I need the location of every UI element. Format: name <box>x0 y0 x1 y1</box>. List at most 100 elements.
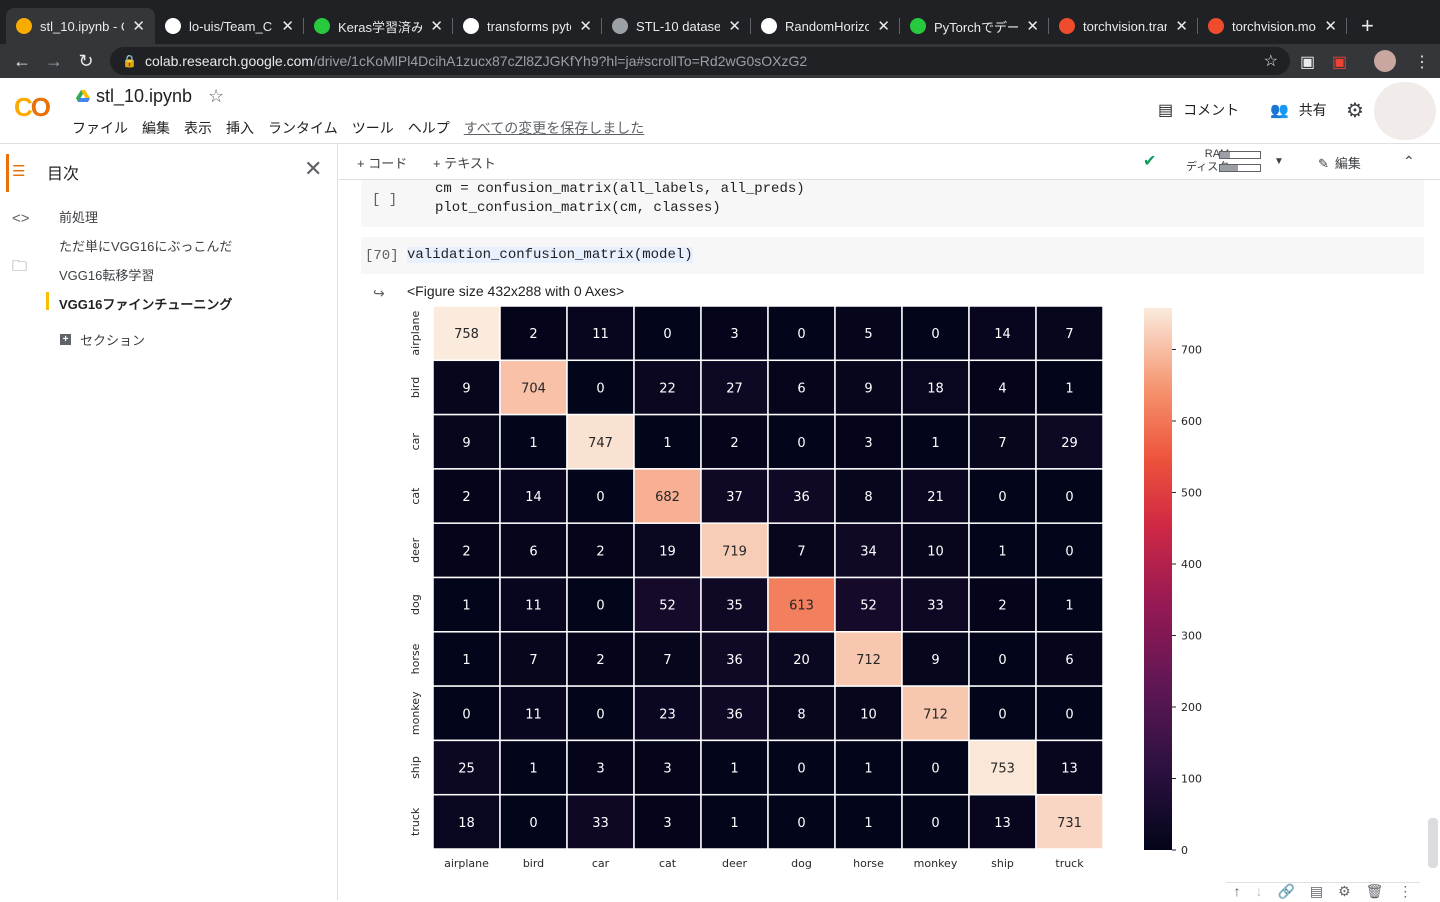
y-tick-label: dog <box>409 594 422 615</box>
toc-item[interactable]: VGG16転移学習 <box>59 265 154 284</box>
menu-item[interactable]: 編集 <box>142 118 170 138</box>
y-tick-label: airplane <box>409 311 422 356</box>
output-redirect-icon[interactable]: ↪ <box>373 285 385 302</box>
cell-value-label: 0 <box>529 816 537 831</box>
edit-mode-button[interactable]: ✎ 編集 <box>1318 153 1361 172</box>
link-icon[interactable]: 🔗 <box>1277 883 1294 902</box>
connected-check-icon: ✔ <box>1143 153 1157 170</box>
settings-gear-icon[interactable]: ⚙ <box>1346 98 1364 123</box>
bookmark-star-icon[interactable]: ☆ <box>1264 51 1278 71</box>
google-drive-icon[interactable] <box>76 90 90 102</box>
close-tab-icon[interactable]: ✕ <box>1175 17 1188 35</box>
cell-value-label: 0 <box>462 707 470 722</box>
move-up-icon[interactable]: ↑ <box>1233 883 1240 902</box>
pytorch-icon <box>1208 18 1224 34</box>
add-code-button[interactable]: + コード <box>357 153 407 172</box>
browser-tab[interactable]: lo-uis/Team_Ch ✕ <box>155 8 304 44</box>
comment-label: コメント <box>1183 102 1240 118</box>
profile-avatar[interactable] <box>1374 50 1396 72</box>
y-tick-label: horse <box>409 643 422 674</box>
x-tick-label: airplane <box>444 857 489 870</box>
close-tab-icon[interactable]: ✕ <box>1324 17 1337 35</box>
menu-item[interactable]: 表示 <box>184 118 212 138</box>
menu-item[interactable]: ヘルプ <box>408 118 450 138</box>
close-tab-icon[interactable]: ✕ <box>728 17 741 35</box>
cell-value-label: 0 <box>596 707 604 722</box>
address-bar[interactable]: 🔒 colab.research.google.com/drive/1cKoMl… <box>110 47 1290 75</box>
x-tick-label: ship <box>991 857 1014 870</box>
colorbar-tick-label: 0 <box>1181 844 1188 857</box>
toc-item[interactable]: 前処理 <box>59 207 98 226</box>
toc-list-icon[interactable]: ☰ <box>12 162 25 180</box>
back-arrow-icon[interactable]: ← <box>6 51 38 72</box>
forward-arrow-icon[interactable]: → <box>38 51 70 72</box>
cell-value-label: 33 <box>927 599 944 614</box>
comment-button[interactable]: ▤ コメント <box>1158 100 1239 120</box>
share-button[interactable]: 👥 共有 <box>1270 100 1327 120</box>
extension-icon[interactable]: ▣ <box>1300 52 1315 72</box>
new-tab-icon[interactable]: + <box>1361 8 1374 44</box>
reload-icon[interactable]: ↻ <box>70 51 102 72</box>
cell-value-label: 7 <box>998 436 1006 451</box>
edit-label: 編集 <box>1334 156 1361 171</box>
cat-avatar[interactable] <box>1374 82 1436 140</box>
close-tab-icon[interactable]: ✕ <box>281 17 294 35</box>
browser-tab[interactable]: PyTorchでデータ ✕ <box>900 8 1049 44</box>
cell-value-label: 11 <box>592 327 609 342</box>
more-icon[interactable]: ⋮ <box>1398 883 1412 902</box>
browser-tab[interactable]: transforms pyto ✕ <box>453 8 602 44</box>
code-cell-previous[interactable]: [ ] cm = confusion_matrix(all_labels, al… <box>361 180 1424 227</box>
cell-value-label: 29 <box>1061 436 1078 451</box>
cell-value-label: 7 <box>797 544 805 559</box>
cell-value-label: 2 <box>462 544 470 559</box>
close-tab-icon[interactable]: ✕ <box>132 17 145 35</box>
browser-tab[interactable]: torchvision.tran ✕ <box>1049 8 1198 44</box>
browser-toolbar: ← → ↻ 🔒 colab.research.google.com/drive/… <box>0 44 1440 78</box>
menu-item[interactable]: ファイル <box>72 118 128 138</box>
browser-tab[interactable]: torchvision.mo ✕ <box>1198 8 1347 44</box>
close-tab-icon[interactable]: ✕ <box>877 17 890 35</box>
scrollbar-thumb[interactable] <box>1428 818 1438 868</box>
browser-tab[interactable]: stl_10.ipynb - C ✕ <box>6 8 155 44</box>
star-icon[interactable]: ☆ <box>208 86 224 107</box>
collapse-chevron-icon[interactable]: ⌃ <box>1403 153 1415 170</box>
close-tab-icon[interactable]: ✕ <box>1026 17 1039 35</box>
cell-value-label: 8 <box>864 490 872 505</box>
toc-item-current[interactable]: VGG16ファインチューニング <box>59 294 232 313</box>
code-snippets-icon[interactable]: <> <box>12 210 30 227</box>
delete-icon[interactable]: 🗑 <box>1366 883 1384 902</box>
settings-icon[interactable]: ⚙ <box>1338 883 1351 902</box>
cell-value-label: 753 <box>990 762 1015 777</box>
close-icon[interactable]: ✕ <box>304 156 322 182</box>
colab-logo[interactable]: CO <box>14 92 51 123</box>
close-tab-icon[interactable]: ✕ <box>430 17 443 35</box>
menu-item[interactable]: ランタイム <box>268 118 338 138</box>
folder-icon[interactable]: 🗀 <box>12 256 27 281</box>
cell-value-label: 35 <box>726 599 743 614</box>
notebook-filename[interactable]: stl_10.ipynb <box>96 86 192 107</box>
cell-value-label: 11 <box>525 707 542 722</box>
cell-value-label: 9 <box>462 436 470 451</box>
toc-item[interactable]: ただ単にVGG16にぶっこんだ <box>59 236 232 255</box>
pencil-icon: ✎ <box>1318 156 1329 171</box>
code-cell-current[interactable]: [70] validation_confusion_matrix(model) <box>361 237 1424 274</box>
menu-item[interactable]: ツール <box>352 118 394 138</box>
add-text-button[interactable]: + テキスト <box>433 153 496 172</box>
cell-value-label: 36 <box>726 653 743 668</box>
menu-item[interactable]: 挿入 <box>226 118 254 138</box>
code-line: cm = confusion_matrix(all_labels, all_pr… <box>435 181 805 197</box>
save-status-link[interactable]: すべての変更を保存しました <box>464 118 644 138</box>
cell-value-label: 14 <box>525 490 542 505</box>
extension-icon[interactable]: ▣ <box>1332 52 1347 72</box>
browser-tab[interactable]: STL-10 dataset ✕ <box>602 8 751 44</box>
move-down-icon[interactable]: ↓ <box>1255 883 1262 902</box>
runtime-dropdown-icon[interactable]: ▼ <box>1274 156 1284 167</box>
browser-tab[interactable]: Keras学習済みモ ✕ <box>304 8 453 44</box>
close-tab-icon[interactable]: ✕ <box>579 17 592 35</box>
add-section-button[interactable]: + セクション <box>60 330 145 349</box>
cell-value-label: 9 <box>864 381 872 396</box>
comment-icon[interactable]: ▤ <box>1310 883 1323 902</box>
browser-menu-icon[interactable]: ⋮ <box>1414 52 1430 72</box>
browser-tab[interactable]: RandomHorizo ✕ <box>751 8 900 44</box>
cell-value-label: 52 <box>659 599 676 614</box>
